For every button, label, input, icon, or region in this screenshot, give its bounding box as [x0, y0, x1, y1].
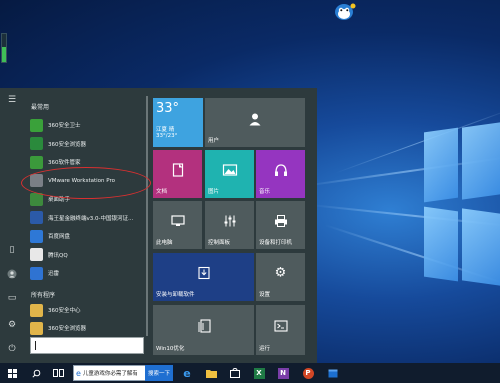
weather-tile[interactable]: 33° 江夏 晴 33°/23° — [153, 98, 203, 147]
printer-icon — [274, 215, 287, 228]
windows-start-icon[interactable] — [0, 363, 24, 383]
windows-logo-wallpaper — [410, 122, 500, 295]
recent-app-item[interactable]: 海王星金融终端v3.0-中国银河证... — [27, 209, 141, 227]
devices-tile-label: 设备和打印机 — [259, 240, 293, 246]
user-tile[interactable]: 用户 — [205, 98, 305, 147]
red-highlight-ellipse — [21, 167, 151, 199]
recent-app-label: 海王星金融终端v3.0-中国银河证... — [48, 215, 134, 222]
recent-app-item[interactable]: 迅雷 — [27, 264, 141, 282]
calendar-icon[interactable] — [324, 363, 342, 383]
memory-gauge — [1, 33, 7, 63]
search-icon[interactable] — [26, 363, 46, 383]
documents-tile[interactable]: 文档 — [153, 150, 202, 198]
app-list: 最常用 360安全卫士 360安全浏览器 360软件管家 VMware Worksta… — [27, 88, 145, 363]
neptune-terminal-icon — [30, 211, 43, 224]
devices-printers-tile[interactable]: 设备和打印机 — [256, 201, 305, 249]
headphones-icon — [274, 164, 287, 177]
edge-icon[interactable]: e — [178, 363, 196, 383]
qq-icon — [30, 248, 43, 261]
document-icon — [172, 163, 183, 177]
recent-app-item[interactable]: 360安全浏览器 — [27, 135, 141, 153]
taskbar-search-text: 儿童游戏你必需了解有什么? — [82, 371, 137, 377]
programs-tile-label: 安装与卸载软件 — [156, 292, 195, 298]
onenote-icon[interactable]: N — [274, 363, 292, 383]
recent-app-item[interactable]: 腾讯QQ — [27, 246, 141, 264]
weather-range: 33°/23° — [156, 133, 178, 139]
hamburger-menu-icon[interactable]: ☰ — [0, 90, 24, 110]
recent-app-label: 腾讯QQ — [48, 252, 68, 259]
pictures-tile-label: 图片 — [208, 189, 220, 195]
settings-icon[interactable]: ⚙ — [0, 315, 24, 335]
excel-icon[interactable]: X — [250, 363, 268, 383]
weather-city: 江夏 晴 — [156, 127, 175, 133]
recent-app-label: 迅雷 — [48, 271, 60, 277]
powerpoint-icon[interactable]: P — [299, 363, 317, 383]
text-caret — [35, 341, 36, 350]
documents-tile-label: 文档 — [156, 189, 168, 195]
user-tile-label: 用户 — [208, 138, 220, 144]
music-tile[interactable]: 音乐 — [256, 150, 305, 198]
recent-app-item[interactable]: 360安全卫士 — [27, 116, 141, 134]
file-explorer-icon[interactable] — [202, 363, 220, 383]
task-view-icon[interactable] — [48, 363, 68, 383]
ie-icon: e — [76, 368, 81, 378]
control-panel-tile-label: 控制面板 — [208, 240, 231, 246]
power-icon[interactable]: ⏻ — [0, 339, 24, 359]
taskbar: e 儿童游戏你必需了解有什么? 搜索一下 e X N P — [0, 363, 500, 383]
all-app-item[interactable]: 360安全浏览器 — [27, 319, 141, 337]
360-browser-icon — [30, 137, 43, 150]
this-pc-tile-label: 此电脑 — [156, 240, 173, 246]
xunlei-icon — [30, 266, 43, 280]
recent-app-label: 百度网盘 — [48, 234, 71, 240]
start-search-input[interactable] — [30, 337, 144, 354]
this-pc-tile[interactable]: 此电脑 — [153, 201, 202, 249]
memory-gauge-fill — [2, 46, 6, 62]
360-software-manager-icon — [30, 155, 43, 169]
desktop-mascot-icon[interactable] — [332, 1, 356, 21]
section-title-all-programs: 所有程序 — [31, 292, 56, 299]
win10-tile-label: Win10优化 — [156, 346, 185, 352]
music-tile-label: 音乐 — [259, 189, 271, 195]
baidu-netdisk-icon — [30, 229, 43, 243]
recent-app-item[interactable]: 百度网盘 — [27, 227, 141, 245]
all-app-item[interactable]: 360安全中心 — [27, 301, 141, 319]
recent-app-label: 360安全浏览器 — [48, 141, 86, 148]
window-pages-icon — [198, 319, 211, 333]
run-tile[interactable]: 运行 — [256, 305, 305, 355]
picture-icon — [222, 164, 237, 176]
programs-tile[interactable]: 安装与卸载软件 — [153, 253, 254, 301]
recent-app-label: 360安全卫士 — [48, 123, 81, 129]
pictures-tile[interactable]: 图片 — [205, 150, 254, 198]
user-icon[interactable] — [0, 264, 24, 284]
install-icon — [197, 267, 210, 280]
settings-tile[interactable]: ⚙ 设置 — [256, 253, 305, 301]
settings-tile-label: 设置 — [259, 292, 271, 298]
folder-icon — [30, 321, 43, 335]
run-icon — [273, 320, 288, 332]
folder-icon — [30, 303, 43, 317]
win10-optimize-tile[interactable]: Win10优化 — [153, 305, 254, 355]
weather-temp: 33° — [156, 101, 180, 116]
360-safeguard-icon — [30, 118, 43, 132]
taskbar-search-button[interactable]: 搜索一下 — [145, 365, 173, 381]
document-icon[interactable]: ▯ — [0, 240, 24, 260]
pictures-icon[interactable]: ▭ — [0, 288, 24, 308]
start-rail: ☰ ▯ ▭ ⚙ ⏻ — [0, 88, 24, 363]
computer-icon — [170, 215, 185, 227]
user-icon — [249, 113, 261, 126]
app-list-scrollbar[interactable] — [146, 96, 148, 336]
start-menu: ☰ ▯ ▭ ⚙ ⏻ 最常用 360安全卫士 360安全浏览器 360软件管家 VMwa… — [0, 88, 317, 363]
control-panel-tile[interactable]: 控制面板 — [205, 201, 254, 249]
recent-app-label: 360软件管家 — [48, 160, 81, 166]
all-app-label: 360安全中心 — [48, 308, 81, 314]
gear-icon: ⚙ — [274, 265, 287, 281]
all-app-label: 360安全浏览器 — [48, 326, 86, 332]
run-tile-label: 运行 — [259, 346, 271, 352]
sliders-icon — [224, 215, 235, 227]
section-title-recent: 最常用 — [31, 104, 50, 111]
store-icon[interactable] — [226, 363, 244, 383]
